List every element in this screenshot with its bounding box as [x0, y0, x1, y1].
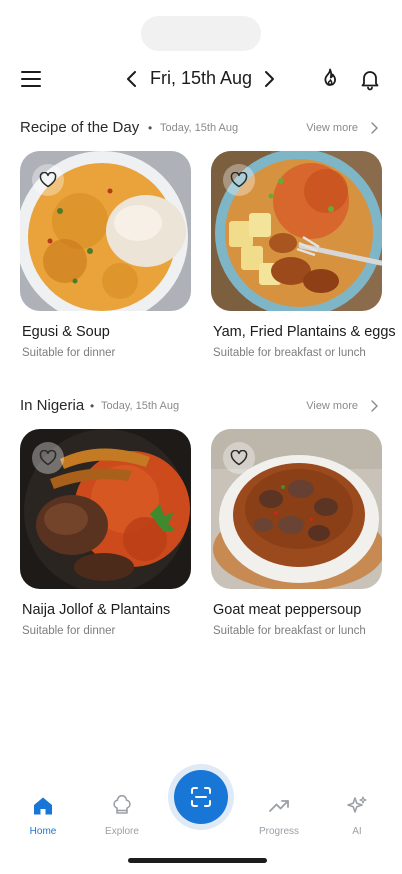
chevron-left-icon[interactable] [122, 69, 142, 89]
recipe-title: Egusi & Soup [22, 324, 110, 340]
separator-dot: • [148, 121, 153, 135]
current-date: Fri, 15th Aug [150, 68, 253, 88]
scan-button[interactable] [174, 770, 228, 824]
recipe-card[interactable]: Yam, Fried Plantains & eggs Suitable for… [211, 151, 396, 359]
bottom-tab-bar: Home Explore Progress AI [0, 764, 402, 850]
home-icon [34, 797, 52, 815]
flame-icon[interactable] [318, 67, 342, 91]
tab-label: Progress [258, 826, 299, 837]
home-indicator [128, 858, 267, 863]
chevron-right-icon[interactable] [368, 399, 380, 413]
recipe-card[interactable]: Goat meat peppersoup Suitable for breakf… [211, 429, 383, 637]
tab-explore[interactable]: Explore [92, 794, 152, 844]
sparkle-icon [347, 796, 367, 813]
favorite-button[interactable] [223, 442, 255, 474]
section-date: Today, 15th Aug [101, 400, 180, 412]
scan-icon [191, 787, 211, 807]
recipe-title: Naija Jollof & Plantains [22, 602, 171, 618]
heart-icon [230, 172, 248, 188]
recipe-subtitle: Suitable for breakfast or lunch [213, 347, 366, 359]
chevron-right-icon[interactable] [259, 69, 279, 89]
section-in-nigeria-header: In Nigeria • Today, 15th Aug View more [20, 397, 382, 419]
menu-icon[interactable] [20, 69, 42, 89]
favorite-button[interactable] [223, 164, 255, 196]
dynamic-island [141, 16, 261, 51]
recipe-subtitle: Suitable for breakfast or lunch [213, 625, 366, 637]
recipe-title: Yam, Fried Plantains & eggs [213, 324, 396, 340]
favorite-button[interactable] [32, 164, 64, 196]
tab-progress[interactable]: Progress [249, 794, 309, 844]
heart-icon [230, 450, 248, 466]
section-date: Today, 15th Aug [160, 122, 239, 134]
heart-icon [39, 450, 57, 466]
heart-icon [39, 172, 57, 188]
section-title: In Nigeria [20, 397, 85, 414]
tab-ai[interactable]: AI [327, 794, 387, 844]
chevron-right-icon[interactable] [368, 121, 380, 135]
top-header: Fri, 15th Aug [0, 60, 402, 98]
favorite-button[interactable] [32, 442, 64, 474]
tab-label: AI [352, 826, 362, 837]
tab-label: Home [29, 826, 57, 837]
recipe-image [211, 429, 382, 589]
recipe-card[interactable]: Egusi & Soup Suitable for dinner [20, 151, 192, 359]
recipe-card[interactable]: Naija Jollof & Plantains Suitable for di… [20, 429, 192, 637]
tab-home[interactable]: Home [13, 794, 73, 844]
view-more-link[interactable]: View more [306, 122, 358, 134]
recipe-image [20, 151, 191, 311]
section-recipe-of-the-day-header: Recipe of the Day • Today, 15th Aug View… [20, 119, 382, 141]
recipe-subtitle: Suitable for dinner [22, 625, 116, 637]
recipe-image [211, 151, 382, 311]
section-title: Recipe of the Day [20, 119, 140, 136]
bell-icon[interactable] [358, 67, 382, 91]
separator-dot: • [90, 399, 95, 413]
recipe-image [20, 429, 191, 589]
recipe-title: Goat meat peppersoup [213, 602, 362, 618]
chef-hat-icon [113, 794, 131, 814]
tab-label: Explore [105, 826, 139, 837]
recipe-subtitle: Suitable for dinner [22, 347, 116, 359]
trending-up-icon [269, 800, 289, 812]
view-more-link[interactable]: View more [306, 400, 358, 412]
